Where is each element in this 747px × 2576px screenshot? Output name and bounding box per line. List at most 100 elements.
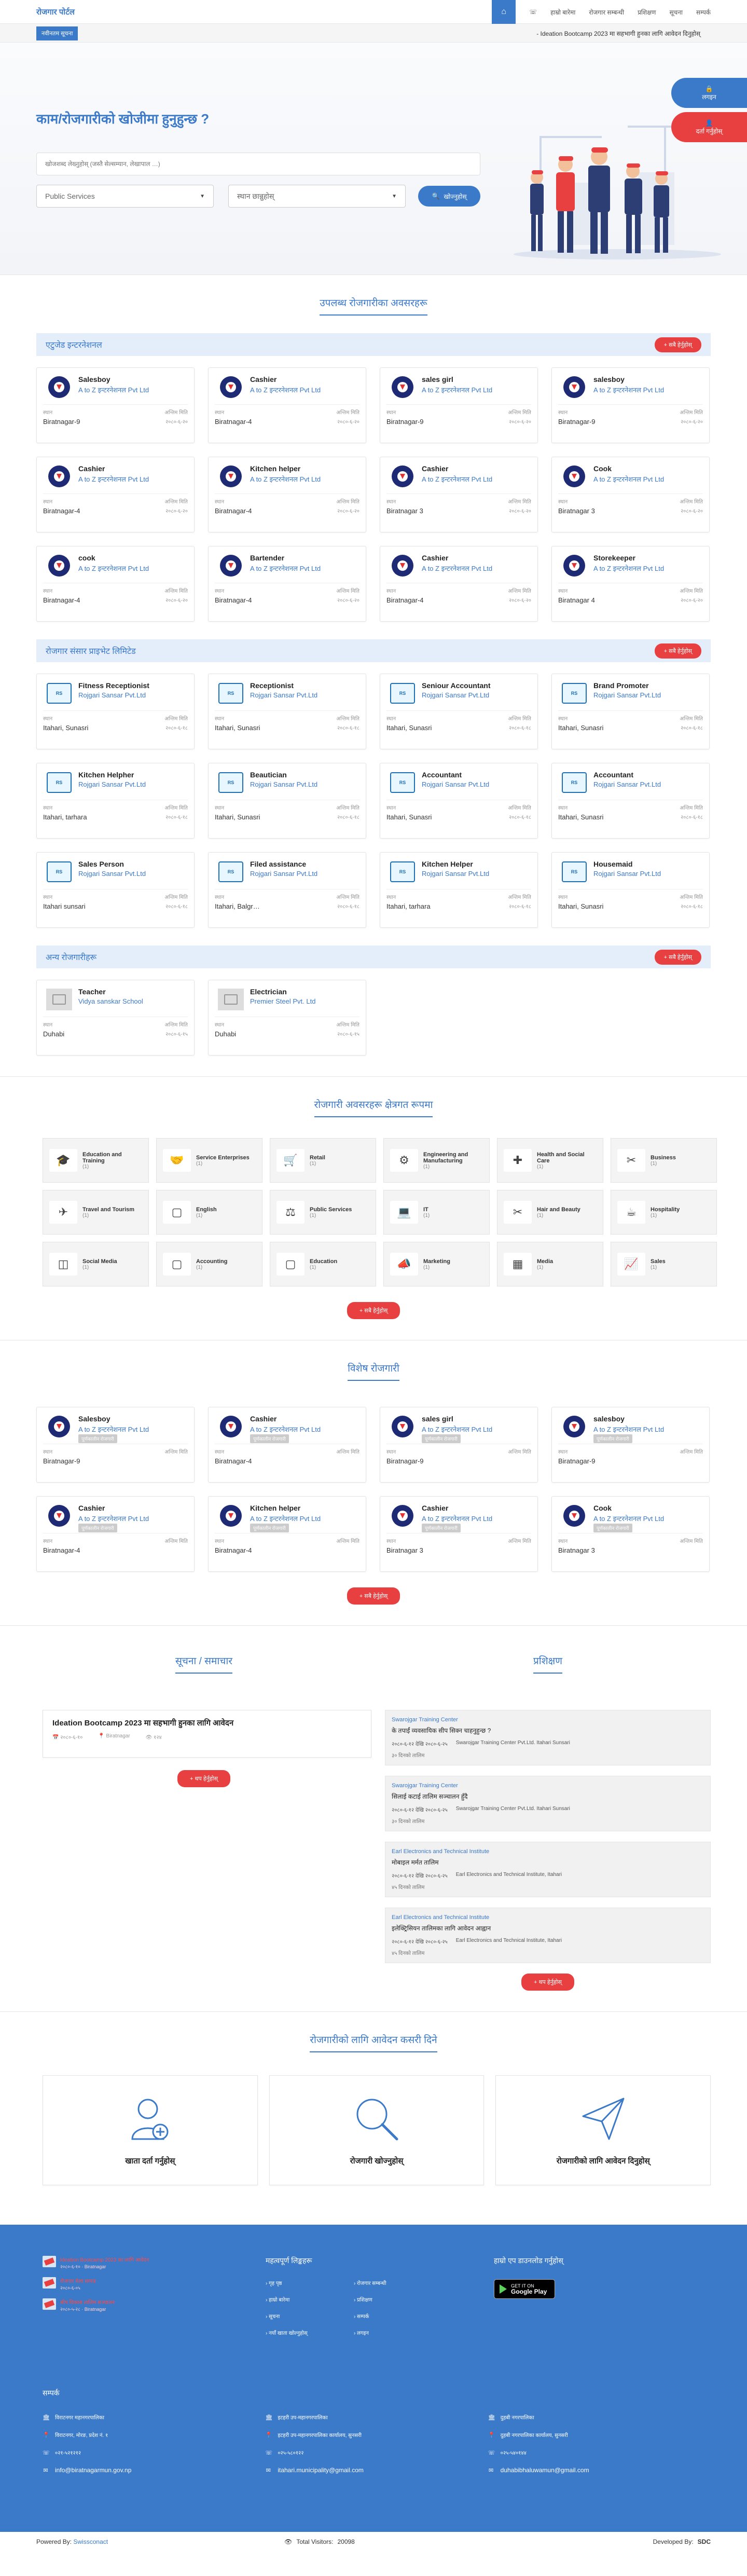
company-name[interactable]: A to Z इन्टरनेशनल Pvt Ltd bbox=[78, 1514, 149, 1523]
job-card[interactable]: Cashier A to Z इन्टरनेशनल Pvt Ltd स्थान अन्… bbox=[36, 457, 195, 532]
job-title[interactable]: Cook bbox=[593, 1504, 612, 1512]
training-card[interactable]: Swarojgar Training Center सिलाई कटाई तालि… bbox=[385, 1776, 711, 1831]
nav-item-notice[interactable]: सूचना bbox=[670, 8, 683, 17]
job-card[interactable]: cook A to Z इन्टरनेशनल Pvt Ltd स्थान अन्तिम… bbox=[36, 546, 195, 622]
search-input[interactable] bbox=[36, 153, 480, 175]
job-title[interactable]: Receptionist bbox=[250, 681, 294, 690]
home-icon[interactable]: ⌂ bbox=[492, 0, 516, 24]
company-name[interactable]: A to Z इन्टरनेशनल Pvt Ltd bbox=[250, 385, 321, 394]
footer-link[interactable]: › गृह पृष्ठ bbox=[266, 2279, 354, 2286]
job-title[interactable]: Cashier bbox=[78, 1504, 105, 1512]
footer-link[interactable]: › प्रशिक्षण bbox=[354, 2296, 442, 2303]
job-title[interactable]: Accountant bbox=[422, 771, 462, 779]
job-card[interactable]: Cashier A to Z इन्टरनेशनल Pvt Ltd पूर्णकाल… bbox=[36, 1496, 195, 1572]
step-apply[interactable]: रोजगारीको लागि आवेदन दिनुहोस् bbox=[495, 2075, 711, 2185]
company-name[interactable]: Rojgari Sansar Pvt.Ltd bbox=[422, 870, 489, 878]
view-all-categories-button[interactable]: + सबै हेर्नुहोस् bbox=[347, 1302, 400, 1319]
company-name[interactable]: A to Z इन्टरनेशनल Pvt Ltd bbox=[593, 385, 664, 394]
training-card[interactable]: Swarojgar Training Center के तपाईं व्यवसा… bbox=[385, 1710, 711, 1765]
job-card[interactable]: Storekeeper A to Z इन्टरनेशनल Pvt Ltd स्था… bbox=[551, 546, 710, 622]
category-tile[interactable]: ✂ Business (1) bbox=[611, 1138, 717, 1183]
job-card[interactable]: RS Filed assistance Rojgari Sansar Pvt.Ltd… bbox=[208, 852, 366, 928]
job-card[interactable]: RS Beautician Rojgari Sansar Pvt.Ltd स्थान अ… bbox=[208, 763, 366, 839]
view-all-company-jobs-button[interactable]: + सबै हेर्नुहोस् bbox=[654, 337, 701, 352]
job-title[interactable]: Sales Person bbox=[78, 860, 124, 868]
category-tile[interactable]: ◫ Social Media (1) bbox=[43, 1242, 149, 1286]
job-title[interactable]: Cashier bbox=[250, 1415, 276, 1423]
job-title[interactable]: Cook bbox=[593, 464, 612, 473]
company-name[interactable]: Rojgari Sansar Pvt.Ltd bbox=[250, 780, 317, 788]
contact-row[interactable]: ✉ itahari.municipality@gmail.com bbox=[265, 2467, 488, 2474]
company-name[interactable]: A to Z इन्टरनेशनल Pvt Ltd bbox=[250, 564, 321, 573]
step-search[interactable]: रोजगारी खोज्नुहोस् bbox=[269, 2075, 485, 2185]
nav-item-jobs[interactable]: रोजगार सम्बन्धी bbox=[589, 8, 624, 17]
job-title[interactable]: Salesboy bbox=[78, 375, 110, 383]
job-title[interactable]: Storekeeper bbox=[593, 554, 635, 562]
company-name[interactable]: A to Z इन्टरनेशनल Pvt Ltd bbox=[422, 1514, 492, 1523]
job-title[interactable]: sales girl bbox=[422, 1415, 453, 1423]
view-all-company-jobs-button[interactable]: + सबै हेर्नुहोस् bbox=[654, 643, 701, 659]
view-all-featured-button[interactable]: + सबै हेर्नुहोस् bbox=[347, 1587, 400, 1605]
job-card[interactable]: RS Kitchen Helpher Rojgari Sansar Pvt.Ltd स… bbox=[36, 763, 195, 839]
footer-link[interactable]: › नयाँ खाता खोल्नुहोस् bbox=[266, 2329, 354, 2336]
category-tile[interactable]: 💻 IT (1) bbox=[383, 1190, 490, 1235]
step-register[interactable]: खाता दर्ता गर्नुहोस् bbox=[43, 2075, 258, 2185]
job-card[interactable]: Salesboy A to Z इन्टरनेशनल Pvt Ltd पूर्णका… bbox=[36, 1407, 195, 1483]
company-name[interactable]: Rojgari Sansar Pvt.Ltd bbox=[593, 780, 661, 788]
register-button[interactable]: 👤 दर्ता गर्नुहोस् bbox=[671, 112, 747, 142]
company-name[interactable]: A to Z इन्टरनेशनल Pvt Ltd bbox=[78, 1424, 149, 1434]
category-select[interactable]: Public Services ▼ bbox=[36, 185, 214, 208]
category-tile[interactable]: ▢ English (1) bbox=[156, 1190, 262, 1235]
job-card[interactable]: Cook A to Z इन्टरनेशनल Pvt Ltd स्थान अन्तिम… bbox=[551, 457, 710, 532]
job-card[interactable]: Electrician Premier Steel Pvt. Ltd स्थान अन… bbox=[208, 980, 366, 1056]
job-title[interactable]: Accountant bbox=[593, 771, 633, 779]
job-card[interactable]: RS Accountant Rojgari Sansar Pvt.Ltd स्थान अ… bbox=[380, 763, 538, 839]
category-tile[interactable]: 🎓 Education and Training (1) bbox=[43, 1138, 149, 1183]
footer-news-item[interactable]: सीप विकास तालिम सञ्चालन २०८०-५-२८ · Birat… bbox=[43, 2298, 266, 2312]
contact-row[interactable]: ✉ duhabibhaluwamun@gmail.com bbox=[488, 2467, 711, 2474]
company-name[interactable]: A to Z इन्टरनेशनल Pvt Ltd bbox=[593, 474, 664, 484]
nav-item-about[interactable]: हाम्रो बारेमा bbox=[550, 8, 575, 17]
job-title[interactable]: sales girl bbox=[422, 375, 453, 383]
job-title[interactable]: Kitchen helper bbox=[250, 464, 300, 473]
company-name[interactable]: Rojgari Sansar Pvt.Ltd bbox=[250, 691, 317, 699]
job-card[interactable]: RS Brand Promoter Rojgari Sansar Pvt.Ltd स्… bbox=[551, 674, 710, 749]
job-card[interactable]: sales girl A to Z इन्टरनेशनल Pvt Ltd पूर्ण… bbox=[380, 1407, 538, 1483]
job-title[interactable]: Cashier bbox=[422, 464, 448, 473]
job-card[interactable]: Teacher Vidya sanskar School स्थान अन्तिम म… bbox=[36, 980, 195, 1056]
footer-link[interactable]: › सूचना bbox=[266, 2312, 354, 2320]
training-institute[interactable]: Swarojgar Training Center bbox=[392, 1717, 704, 1723]
job-card[interactable]: Cashier A to Z इन्टरनेशनल Pvt Ltd पूर्णकाल… bbox=[380, 1496, 538, 1572]
category-tile[interactable]: ☕ Hospitality (1) bbox=[611, 1190, 717, 1235]
job-title[interactable]: Beautician bbox=[250, 771, 287, 779]
job-card[interactable]: Cook A to Z इन्टरनेशनल Pvt Ltd पूर्णकालीन … bbox=[551, 1496, 710, 1572]
category-tile[interactable]: ▦ Media (1) bbox=[497, 1242, 603, 1286]
view-more-news-button[interactable]: + थप हेर्नुहोस् bbox=[177, 1770, 230, 1787]
news-card[interactable]: Ideation Bootcamp 2023 मा सहभागी हुनका ल… bbox=[43, 1710, 371, 1758]
job-card[interactable]: Salesboy A to Z इन्टरनेशनल Pvt Ltd स्थान अन… bbox=[36, 367, 195, 443]
nav-item-training[interactable]: प्रशिक्षण bbox=[638, 8, 656, 17]
nav-item-contact[interactable]: सम्पर्क bbox=[696, 8, 711, 17]
training-institute[interactable]: Earl Electronics and Technical Institute bbox=[392, 1914, 704, 1921]
job-card[interactable]: salesboy A to Z इन्टरनेशनल Pvt Ltd पूर्णका… bbox=[551, 1407, 710, 1483]
company-name[interactable]: Rojgari Sansar Pvt.Ltd bbox=[78, 780, 146, 788]
company-name[interactable]: A to Z इन्टरनेशनल Pvt Ltd bbox=[593, 564, 664, 573]
footer-link[interactable]: › रोजगार सम्बन्धी bbox=[354, 2279, 442, 2286]
category-tile[interactable]: ✈ Travel and Tourism (1) bbox=[43, 1190, 149, 1235]
footer-link[interactable]: › लगइन bbox=[354, 2329, 442, 2336]
job-card[interactable]: Bartender A to Z इन्टरनेशनल Pvt Ltd स्थान अ… bbox=[208, 546, 366, 622]
job-title[interactable]: salesboy bbox=[593, 375, 625, 383]
category-tile[interactable]: ▢ Accounting (1) bbox=[156, 1242, 262, 1286]
job-card[interactable]: RS Fitness Receptionist Rojgari Sansar Pvt… bbox=[36, 674, 195, 749]
location-select[interactable]: स्थान छान्नुहोस् ▼ bbox=[228, 185, 406, 208]
footer-news-item[interactable]: Ideation Bootcamp 2023 का लागि आवेदन २०८०… bbox=[43, 2256, 266, 2270]
category-tile[interactable]: ⚙ Engineering and Manufacturing (1) bbox=[383, 1138, 490, 1183]
company-name[interactable]: A to Z इन्टरनेशनल Pvt Ltd bbox=[78, 474, 149, 484]
job-title[interactable]: Salesboy bbox=[78, 1415, 110, 1423]
job-card[interactable]: Cashier A to Z इन्टरनेशनल Pvt Ltd स्थान अन्… bbox=[380, 546, 538, 622]
company-name[interactable]: A to Z इन्टरनेशनल Pvt Ltd bbox=[422, 1424, 492, 1434]
training-card[interactable]: Earl Electronics and Technical Institute… bbox=[385, 1842, 711, 1897]
view-all-company-jobs-button[interactable]: + सबै हेर्नुहोस् bbox=[654, 949, 701, 965]
job-card[interactable]: RS Housemaid Rojgari Sansar Pvt.Ltd स्थान अन… bbox=[551, 852, 710, 928]
job-title[interactable]: Cashier bbox=[250, 375, 276, 383]
